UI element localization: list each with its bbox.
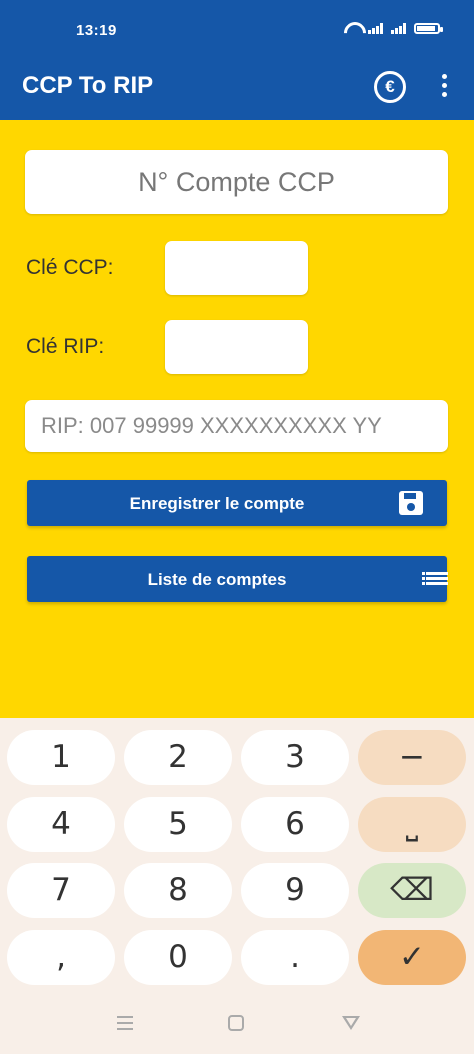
key-3[interactable]: 3 — [241, 730, 349, 785]
cle-ccp-label: Clé CCP: — [26, 256, 114, 279]
key-5[interactable]: 5 — [124, 797, 232, 852]
key-4[interactable]: 4 — [7, 797, 115, 852]
rip-input[interactable] — [25, 400, 448, 452]
signal-icon — [368, 22, 383, 34]
key-comma[interactable]: , — [7, 930, 115, 985]
key-minus[interactable]: − — [358, 730, 466, 785]
save-icon — [399, 491, 423, 515]
key-backspace[interactable]: ⌫ — [358, 863, 466, 918]
key-done[interactable]: ✓ — [358, 930, 466, 985]
more-options-icon[interactable] — [438, 74, 450, 104]
system-nav-bar — [0, 1000, 474, 1054]
key-9[interactable]: 9 — [241, 863, 349, 918]
euro-icon[interactable]: € — [374, 71, 406, 103]
cle-rip-label: Clé RIP: — [26, 335, 105, 358]
home-icon[interactable] — [228, 1015, 244, 1031]
status-bar: 13:19 — [0, 0, 474, 58]
save-account-label: Enregistrer le compte — [129, 494, 305, 513]
list-icon — [422, 572, 448, 586]
recent-apps-icon[interactable] — [117, 1016, 133, 1030]
battery-icon — [414, 22, 443, 34]
key-7[interactable]: 7 — [7, 863, 115, 918]
back-icon[interactable] — [342, 1016, 360, 1030]
cle-ccp-input[interactable] — [165, 241, 308, 295]
key-0[interactable]: 0 — [124, 930, 232, 985]
key-6[interactable]: 6 — [241, 797, 349, 852]
signal-icon-2 — [391, 22, 406, 34]
key-1[interactable]: 1 — [7, 730, 115, 785]
key-8[interactable]: 8 — [124, 863, 232, 918]
save-account-button[interactable]: Enregistrer le compte — [27, 480, 447, 526]
app-bar: CCP To RIP € — [0, 58, 474, 120]
account-list-label: Liste de comptes — [147, 570, 287, 589]
account-list-button[interactable]: Liste de comptes — [27, 556, 448, 602]
status-time: 13:19 — [76, 22, 117, 39]
cle-rip-input[interactable] — [165, 320, 308, 374]
ccp-account-input[interactable] — [25, 150, 448, 214]
key-space[interactable]: ⎵ — [358, 797, 466, 852]
key-period[interactable]: . — [241, 930, 349, 985]
app-title: CCP To RIP — [22, 72, 154, 99]
status-icons — [344, 22, 443, 34]
key-2[interactable]: 2 — [124, 730, 232, 785]
wifi-icon — [344, 22, 360, 34]
